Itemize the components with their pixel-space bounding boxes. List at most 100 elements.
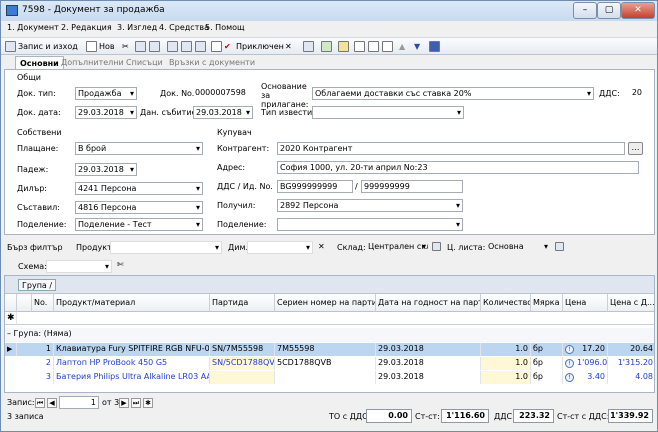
due-date-input[interactable]: 29.03.2018 — [75, 163, 137, 176]
export-icon[interactable] — [195, 41, 206, 52]
row-unit[interactable]: бр — [531, 343, 563, 356]
new-record-button[interactable]: ✱ — [143, 398, 153, 408]
col-batch[interactable]: Партида — [210, 294, 275, 312]
group-chip[interactable]: Група / — [18, 279, 57, 291]
row-product[interactable]: Лаптоп HP ProBook 450 G5 — [54, 357, 210, 370]
row-batch[interactable]: SN/7M55598 — [210, 343, 275, 356]
refresh-icon[interactable] — [321, 41, 332, 52]
row-product[interactable]: Батерия Philips Ultra Alkaline LR03 AAA … — [54, 371, 210, 384]
tab-lists[interactable]: Списъци — [122, 56, 167, 70]
row-expiry[interactable]: 29.03.2018 — [376, 343, 481, 356]
table-row[interactable]: 2 Лаптоп HP ProBook 450 G5 SN/5CD1788QVB… — [5, 357, 654, 370]
first-record-button[interactable]: ⏮ — [35, 398, 45, 408]
contractor-input[interactable]: 2020 Контрагент — [277, 142, 625, 155]
tab-links[interactable]: Връзки с документи — [165, 56, 259, 70]
row-unit[interactable]: бр — [531, 371, 563, 384]
menu-tools[interactable]: 4. Средства — [159, 23, 209, 32]
dealer-select[interactable]: 4241 Персона — [75, 182, 203, 195]
row-price[interactable]: 1'096.00 — [575, 357, 608, 370]
col-product[interactable]: Продукт/материал — [54, 294, 210, 312]
price-list-icon[interactable] — [555, 242, 564, 251]
notice-select[interactable] — [312, 106, 464, 119]
edit-document-icon[interactable] — [211, 41, 222, 52]
maximize-button[interactable]: ▢ — [597, 2, 621, 19]
buyer-division-select[interactable] — [277, 218, 463, 231]
dim-filter-input[interactable] — [247, 241, 313, 254]
receiver-select[interactable]: 2892 Персона — [277, 199, 463, 212]
record-input[interactable]: 1 — [59, 396, 99, 409]
col-price-vat[interactable]: Цена с Д... — [608, 294, 654, 312]
row-expiry[interactable]: 29.03.2018 — [376, 371, 481, 384]
next-record-button[interactable]: ▶ — [119, 398, 129, 408]
finish-button[interactable]: Приключен — [236, 40, 284, 53]
clear-filter-icon[interactable]: ✕ — [318, 242, 325, 251]
own-division-select[interactable]: Поделение - Тест — [75, 218, 203, 231]
document-new-icon[interactable] — [382, 41, 393, 52]
row-serial[interactable]: 5CD1788QVB — [275, 357, 376, 370]
folder-icon[interactable] — [338, 41, 349, 52]
help-icon[interactable] — [429, 41, 440, 52]
price-info-icon[interactable]: ! — [563, 343, 575, 356]
address-input[interactable]: София 1000, ул. 20-ти април No:23 — [277, 161, 639, 174]
document-copy-icon[interactable] — [368, 41, 379, 52]
save-icon[interactable] — [5, 41, 16, 52]
new-row[interactable]: ✱ — [5, 312, 654, 325]
schema-tool-icon[interactable]: ✄ — [117, 260, 124, 269]
basis-select[interactable]: Облагаеми доставки със ставка 20% — [312, 87, 594, 100]
menu-document[interactable]: 1. Документ — [7, 23, 59, 32]
cancel-icon[interactable]: ✕ — [285, 40, 292, 53]
row-expiry[interactable]: 29.03.2018 — [376, 357, 481, 370]
row-quantity[interactable]: 1.0 — [481, 371, 531, 384]
arrow-down-icon[interactable]: ▼ — [414, 40, 420, 53]
row-product[interactable]: Клавиатура Fury SPITFIRE RGB NFU-0868 — [54, 343, 210, 356]
event-date-input[interactable]: 29.03.2018 — [193, 106, 253, 119]
row-serial[interactable]: 7M55598 — [275, 343, 376, 356]
paste-icon[interactable] — [149, 41, 160, 52]
schema-select[interactable] — [46, 260, 112, 273]
last-record-button[interactable]: ⏭ — [131, 398, 141, 408]
col-quantity[interactable]: Количество — [481, 294, 531, 312]
calendar-icon[interactable] — [303, 41, 314, 52]
id-number-input[interactable]: 999999999 — [361, 180, 463, 193]
prev-record-button[interactable]: ◀ — [47, 398, 57, 408]
menu-help[interactable]: 5. Помощ — [205, 23, 245, 32]
arrow-up-icon[interactable]: ▲ — [399, 40, 405, 53]
close-button[interactable]: ✕ — [621, 2, 655, 19]
warehouse-select[interactable]: Централен скл — [366, 241, 428, 254]
row-price-vat[interactable]: 1'315.20 — [608, 357, 654, 370]
menu-edit[interactable]: 2. Редакция — [61, 23, 112, 32]
warehouse-refresh-icon[interactable] — [432, 242, 441, 251]
col-serial[interactable]: Сериен номер на партида — [275, 294, 376, 312]
row-serial[interactable] — [275, 371, 376, 384]
table-row[interactable]: 3 Батерия Philips Ultra Alkaline LR03 AA… — [5, 371, 654, 384]
print-preview-icon[interactable] — [181, 41, 192, 52]
table-row[interactable]: ▶ 1 Клавиатура Fury SPITFIRE RGB NFU-086… — [5, 343, 654, 356]
row-quantity[interactable]: 1.0 — [481, 343, 531, 356]
doc-date-input[interactable]: 29.03.2018 — [75, 106, 137, 119]
row-price[interactable]: 3.40 — [575, 371, 608, 384]
compiler-select[interactable]: 4816 Персона — [75, 201, 203, 214]
col-expiry[interactable]: Дата на годност на партида — [376, 294, 481, 312]
row-price[interactable]: 17.20 — [575, 343, 608, 356]
minimize-button[interactable]: – — [573, 2, 597, 19]
vat-number-input[interactable]: BG999999999 — [277, 180, 353, 193]
col-unit[interactable]: Мярка — [531, 294, 563, 312]
product-filter-input[interactable] — [110, 241, 222, 254]
new-button[interactable]: Нов — [99, 40, 115, 53]
document-icon[interactable] — [354, 41, 365, 52]
menu-view[interactable]: 3. Изглед — [117, 23, 157, 32]
price-info-icon[interactable]: ! — [563, 371, 575, 384]
row-unit[interactable]: бр — [531, 357, 563, 370]
price-info-icon[interactable]: ! — [563, 357, 575, 370]
group-row[interactable]: – Група: (Няма) — [5, 328, 654, 342]
cut-icon[interactable]: ✂ — [122, 40, 129, 53]
row-quantity[interactable]: 1.0 — [481, 357, 531, 370]
check-icon[interactable]: ✔ — [224, 40, 231, 53]
row-batch[interactable] — [210, 371, 275, 384]
collapse-icon[interactable]: – — [7, 329, 11, 338]
tab-additional[interactable]: Допълнителни — [57, 56, 128, 70]
doc-type-select[interactable]: Продажба — [75, 87, 137, 100]
new-document-icon[interactable] — [86, 41, 97, 52]
payment-select[interactable]: В брой — [75, 142, 203, 155]
save-exit-button[interactable]: Запис и изход — [18, 40, 78, 53]
